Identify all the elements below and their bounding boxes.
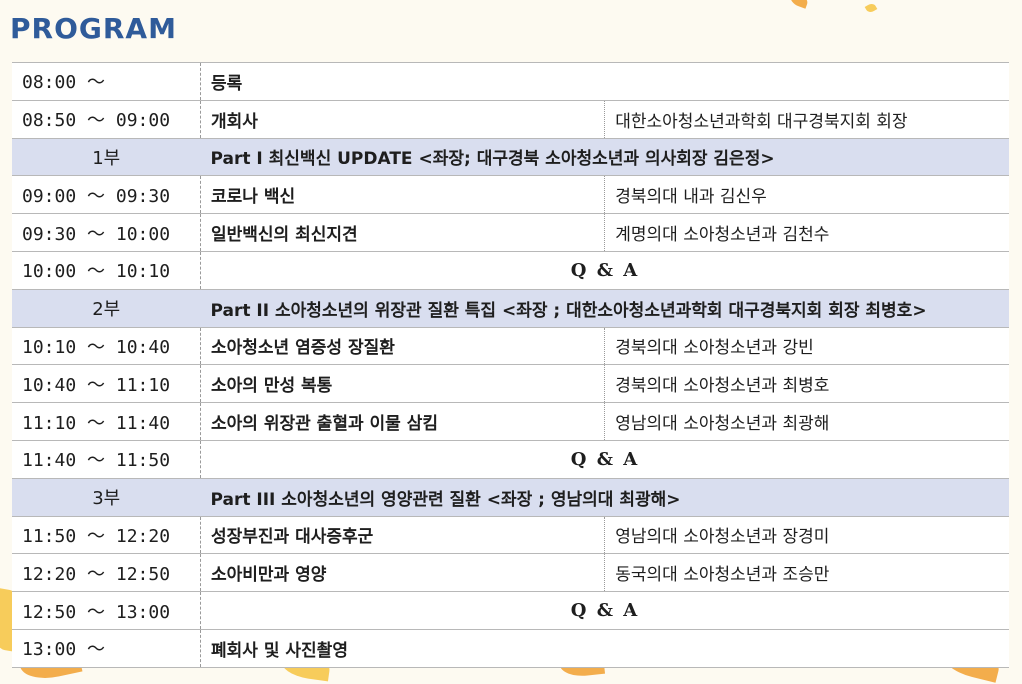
session-speaker: 영남의대 소아청소년과 최광해: [604, 402, 1009, 441]
session-topic: 등록: [200, 62, 1009, 101]
section-title: Part II 소아청소년의 위장관 질환 특집 <좌장 ; 대한소아청소년과학…: [200, 288, 1009, 328]
session-topic: 코로나 백신: [200, 175, 605, 214]
session-time: 11:40 ～ 11:50: [12, 439, 201, 479]
section-number: 3부: [12, 477, 201, 517]
session-topic: 소아의 만성 복통: [200, 364, 605, 403]
session-row: 12:20 ～ 12:50 소아비만과 영양 동국의대 소아청소년과 조승만: [12, 553, 1009, 592]
session-topic: 성장부진과 대사증후군: [200, 515, 605, 554]
session-time: 10:10 ～ 10:40: [12, 326, 201, 365]
session-topic: 일반백신의 최신지견: [200, 213, 605, 252]
session-speaker: 경북의대 내과 김신우: [604, 175, 1009, 214]
session-row: 13:00 ～ 폐회사 및 사진촬영: [12, 628, 1009, 668]
section-title: Part I 최신백신 UPDATE <좌장; 대구경북 소아청소년과 의사회장…: [200, 137, 1009, 176]
qa-row: 10:00 ～ 10:10 Q & A: [12, 250, 1009, 290]
qa-label: Q & A: [200, 439, 1009, 479]
section-title: Part III 소아청소년의 영양관련 질환 <좌장 ; 영남의대 최광해>: [200, 477, 1009, 517]
session-time: 13:00 ～: [12, 628, 201, 668]
session-row: 10:10 ～ 10:40 소아청소년 염증성 장질환 경북의대 소아청소년과 강빈: [12, 326, 1009, 365]
session-time: 08:00 ～: [12, 62, 201, 101]
session-row: 09:00 ～ 09:30 코로나 백신 경북의대 내과 김신우: [12, 175, 1009, 214]
leaf-decoration: [864, 2, 878, 14]
session-row: 09:30 ～ 10:00 일반백신의 최신지견 계명의대 소아청소년과 김천수: [12, 213, 1009, 252]
session-row: 11:10 ～ 11:40 소아의 위장관 출혈과 이물 삼킴 영남의대 소아청소년…: [12, 402, 1009, 441]
qa-row: 12:50 ～ 13:00 Q & A: [12, 591, 1009, 630]
session-time: 10:00 ～ 10:10: [12, 250, 201, 290]
section-number: 2부: [12, 288, 201, 328]
session-time: 11:10 ～ 11:40: [12, 402, 201, 441]
session-time: 08:50 ～ 09:00: [12, 99, 201, 139]
session-speaker: 경북의대 소아청소년과 최병호: [604, 364, 1009, 403]
session-time: 12:50 ～ 13:00: [12, 591, 201, 630]
page-title: PROGRAM: [10, 12, 177, 45]
session-speaker: 동국의대 소아청소년과 조승만: [604, 553, 1009, 592]
session-time: 09:30 ～ 10:00: [12, 213, 201, 252]
qa-row: 11:40 ～ 11:50 Q & A: [12, 439, 1009, 479]
qa-label: Q & A: [200, 591, 1009, 630]
session-time: 12:20 ～ 12:50: [12, 553, 201, 592]
qa-label: Q & A: [200, 250, 1009, 290]
session-row: 11:50 ～ 12:20 성장부진과 대사증후군 영남의대 소아청소년과 장경미: [12, 515, 1009, 554]
session-topic: 소아비만과 영양: [200, 553, 605, 592]
section-header-row: 3부 Part III 소아청소년의 영양관련 질환 <좌장 ; 영남의대 최광해…: [12, 477, 1009, 517]
session-topic: 소아의 위장관 출혈과 이물 삼킴: [200, 402, 605, 441]
program-table: 08:00 ～ 등록 08:50 ～ 09:00 개회사 대한소아청소년과학회 대구경북…: [12, 62, 1009, 668]
session-topic: 폐회사 및 사진촬영: [200, 628, 1009, 668]
session-time: 11:50 ～ 12:20: [12, 515, 201, 554]
session-row: 10:40 ～ 11:10 소아의 만성 복통 경북의대 소아청소년과 최병호: [12, 364, 1009, 403]
session-speaker: 계명의대 소아청소년과 김천수: [604, 213, 1009, 252]
session-time: 10:40 ～ 11:10: [12, 364, 201, 403]
session-topic: 소아청소년 염증성 장질환: [200, 326, 605, 365]
session-speaker: 경북의대 소아청소년과 강빈: [604, 326, 1009, 365]
session-topic: 개회사: [200, 99, 605, 139]
session-row: 08:00 ～ 등록: [12, 62, 1009, 101]
session-speaker: 영남의대 소아청소년과 장경미: [604, 515, 1009, 554]
leaf-decoration: [788, 0, 810, 9]
section-header-row: 1부 Part I 최신백신 UPDATE <좌장; 대구경북 소아청소년과 의사…: [12, 137, 1009, 176]
session-speaker: 대한소아청소년과학회 대구경북지회 회장: [604, 99, 1009, 139]
session-time: 09:00 ～ 09:30: [12, 175, 201, 214]
session-row: 08:50 ～ 09:00 개회사 대한소아청소년과학회 대구경북지회 회장: [12, 99, 1009, 139]
section-number: 1부: [12, 137, 201, 176]
section-header-row: 2부 Part II 소아청소년의 위장관 질환 특집 <좌장 ; 대한소아청소년…: [12, 288, 1009, 328]
